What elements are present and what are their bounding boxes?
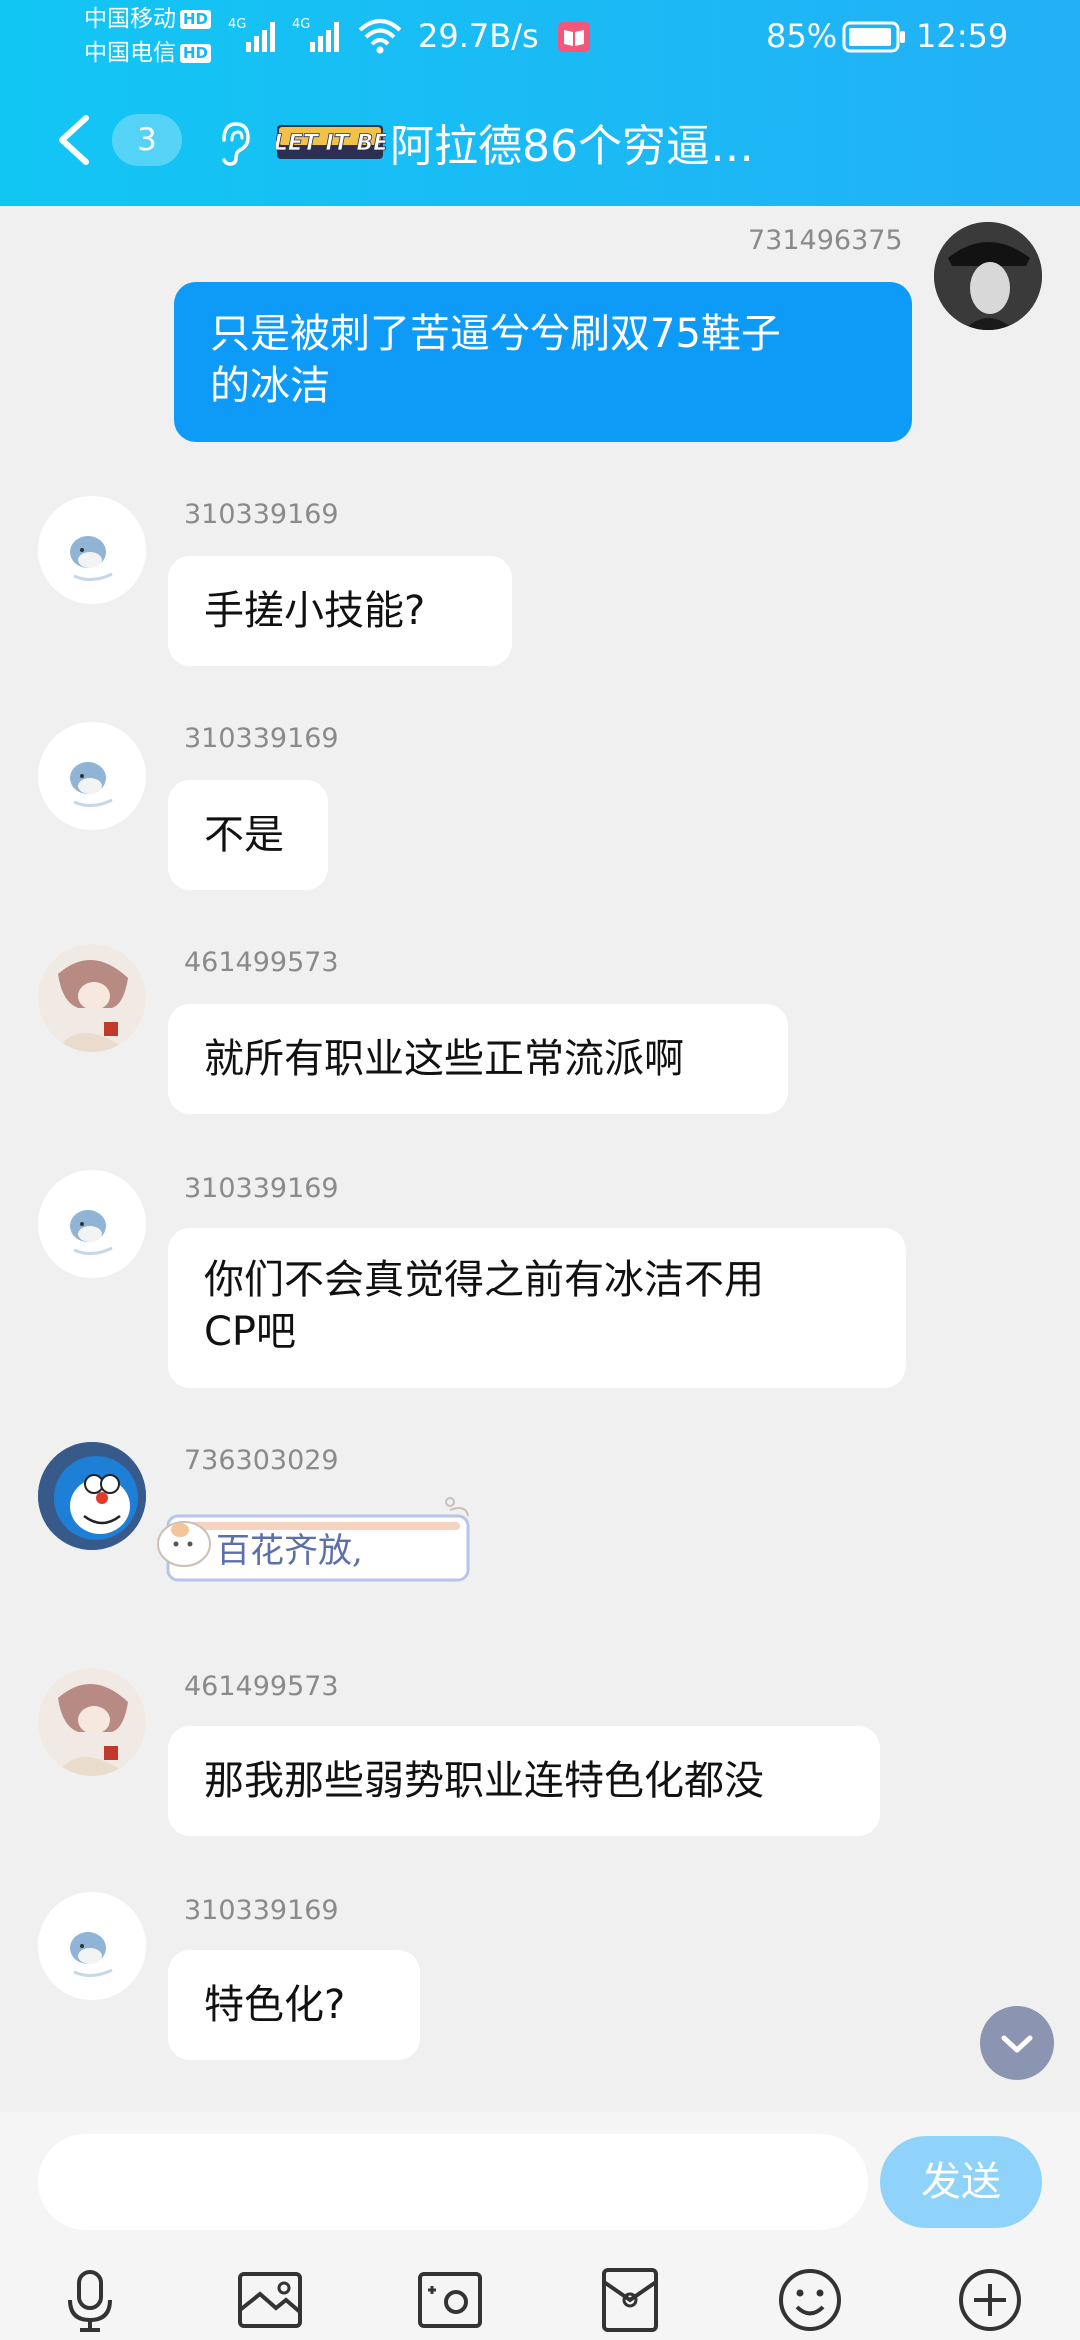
message-bubble[interactable]: 不是 (168, 780, 328, 890)
avatar[interactable] (38, 1442, 146, 1550)
microphone-icon[interactable] (50, 2260, 130, 2340)
message-text-line: 你们不会真觉得之前有冰洁不用 (204, 1257, 764, 1303)
battery-percent: 85% (766, 17, 838, 55)
red-packet-icon[interactable] (590, 2260, 670, 2340)
sender-name: 461499573 (184, 947, 339, 978)
message-bubble[interactable]: 那我那些弱势职业连特色化都没 (168, 1726, 880, 1836)
scroll-to-bottom-button[interactable] (980, 2006, 1054, 2080)
emoji-icon[interactable] (770, 2260, 850, 2340)
camera-icon[interactable] (410, 2260, 490, 2340)
wifi-icon (358, 19, 402, 54)
sticker-message[interactable]: 百花齐放, (150, 1490, 484, 1590)
unread-count-badge[interactable]: 3 (112, 114, 182, 166)
svg-text:4G: 4G (228, 17, 246, 32)
sender-name: 731496375 (748, 225, 903, 256)
message-text-line: 就所有职业这些正常流派啊 (204, 1036, 684, 1082)
message-bubble[interactable]: 就所有职业这些正常流派啊 (168, 1004, 788, 1114)
back-icon[interactable] (52, 112, 96, 168)
message-bubble[interactable]: 特色化? (168, 1950, 420, 2060)
avatar[interactable] (38, 722, 146, 830)
message-text-line: 的冰洁 (210, 363, 330, 409)
message-input[interactable] (38, 2134, 868, 2230)
avatar[interactable] (38, 944, 146, 1052)
chevron-down-icon (1001, 2035, 1033, 2053)
group-title: 阿拉德86个穷逼… (390, 121, 754, 172)
sender-name: 310339169 (184, 1173, 339, 1204)
message-bubble[interactable]: 手搓小技能? (168, 556, 512, 666)
battery-icon (842, 21, 905, 53)
message-bubble[interactable]: 只是被刺了苦逼兮兮刷双75鞋子 的冰洁 (174, 282, 912, 442)
avatar[interactable] (38, 1892, 146, 2000)
chat-header: 中国移动 HD 中国电信 HD 4G 4G 29.7B/s 85% 12:59 3 (0, 0, 1080, 206)
signal-icon: 4G 4G (228, 17, 339, 52)
avatar[interactable] (38, 496, 146, 604)
message-text-line: 不是 (204, 812, 284, 858)
group-title-area[interactable]: LET IT BE 阿拉德86个穷逼… (276, 112, 754, 172)
avatar[interactable] (38, 1668, 146, 1776)
input-panel: 发送 (0, 2112, 1080, 2340)
group-logo: LET IT BE (276, 125, 386, 159)
avatar[interactable] (38, 1170, 146, 1278)
send-button[interactable]: 发送 (880, 2136, 1042, 2228)
sender-name: 736303029 (184, 1445, 339, 1476)
message-bubble[interactable]: 你们不会真觉得之前有冰洁不用 CP吧 (168, 1228, 906, 1388)
plus-icon[interactable] (950, 2260, 1030, 2340)
carrier-1: 中国移动 HD (84, 4, 212, 34)
svg-text:百花齐放,: 百花齐放, (216, 1531, 363, 1571)
avatar[interactable] (934, 222, 1042, 330)
svg-text:LET IT BE: LET IT BE (276, 131, 386, 156)
sender-name: 310339169 (184, 499, 339, 530)
svg-text:4G: 4G (292, 17, 310, 32)
carrier-2: 中国电信 HD (84, 38, 212, 68)
message-text-line: 手搓小技能? (204, 588, 426, 634)
photo-icon[interactable] (230, 2260, 310, 2340)
clock: 12:59 (916, 17, 1009, 55)
ear-mode-icon[interactable] (214, 118, 254, 168)
sender-name: 310339169 (184, 723, 339, 754)
message-text-line: 只是被刺了苦逼兮兮刷双75鞋子 (210, 311, 781, 357)
message-text-line: 那我那些弱势职业连特色化都没 (204, 1758, 764, 1804)
book-notification-icon (558, 22, 590, 52)
sender-name: 461499573 (184, 1671, 339, 1702)
sender-name: 310339169 (184, 1895, 339, 1926)
message-text-line: CP吧 (204, 1309, 297, 1355)
net-speed: 29.7B/s (418, 17, 539, 55)
message-text-line: 特色化? (204, 1982, 346, 2028)
